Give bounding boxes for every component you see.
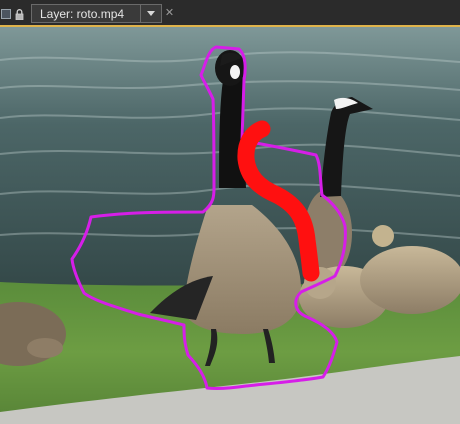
layer-dropdown-button[interactable] — [140, 4, 160, 23]
panel-icon[interactable] — [1, 9, 11, 19]
layer-name-label: Layer: roto.mp4 — [40, 7, 125, 21]
roto-video-frame — [0, 27, 460, 424]
toolbar-icon-group — [0, 3, 30, 24]
layer-viewer-canvas[interactable] — [0, 27, 460, 424]
close-layer-button[interactable]: ✕ — [162, 4, 177, 23]
layer-panel-toolbar: Layer: roto.mp4 ✕ — [0, 0, 460, 27]
lock-icon[interactable] — [14, 9, 24, 20]
chevron-down-icon — [147, 11, 155, 16]
layer-viewer-panel: Layer: roto.mp4 ✕ — [0, 0, 460, 424]
